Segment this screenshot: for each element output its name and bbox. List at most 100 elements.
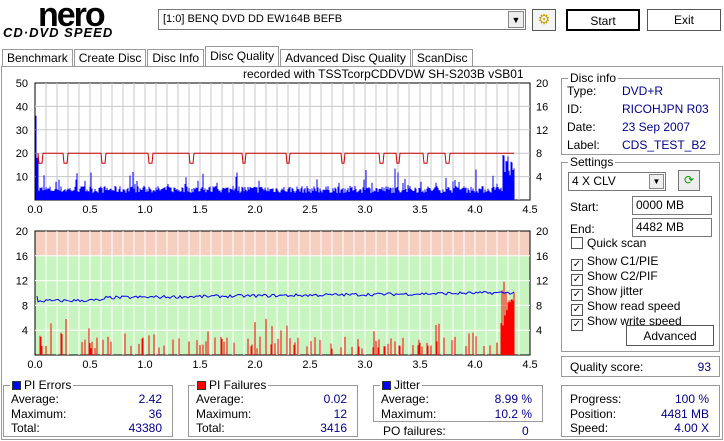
refresh-speed-button[interactable]: ⟳ [678, 170, 700, 191]
checkbox-unchecked-icon[interactable] [571, 237, 583, 249]
x-tick: 2.0 [247, 359, 262, 371]
x-tick: 4.5 [522, 359, 537, 371]
x-tick: 0.5 [82, 359, 97, 371]
progress-value: 100 % [674, 392, 709, 406]
x-tick: 3.0 [357, 359, 372, 371]
pi-errors-group: PI Errors Average: 2.42 Maximum: 36 Tota… [3, 378, 173, 437]
y-tick-left: 40 [16, 101, 28, 113]
quick-scan-label: Quick scan [587, 236, 647, 250]
pi-failures-group: PI Failures Average: 0.02 Maximum: 12 To… [188, 378, 358, 437]
y-tick-left: 8 [22, 300, 28, 312]
id-value: RICOHJPN R03 [622, 102, 709, 116]
y-tick-right: 20 [536, 226, 548, 238]
date-label: Date: [567, 120, 596, 134]
jitter-maximum: 10.2 % [494, 407, 532, 421]
pi-failures-title-text: PI Failures [209, 378, 267, 392]
exit-button[interactable]: Exit [647, 9, 721, 31]
date-value: 23 Sep 2007 [622, 120, 691, 134]
pi-failures-total: 3416 [320, 421, 347, 435]
pi-errors-plot-area [34, 82, 531, 201]
refresh-icon: ⟳ [683, 173, 695, 187]
y-tick-right: 8 [536, 148, 542, 160]
id-label: ID: [567, 102, 583, 116]
start-input[interactable]: 0000 MB [632, 196, 712, 215]
end-input[interactable]: 4482 MB [632, 218, 712, 237]
checkmark-icon[interactable]: ✓ [571, 319, 583, 331]
end-label: End: [570, 222, 595, 236]
pi-errors-total-label: Total: [11, 421, 40, 435]
jitter-average-label: Average: [381, 392, 429, 406]
x-tick: 2.5 [302, 204, 317, 216]
pi-errors-total: 43380 [128, 421, 162, 435]
y-tick-left: 12 [16, 276, 28, 288]
y-tick-left: 10 [16, 172, 28, 184]
chevron-down-icon[interactable]: ▼ [649, 174, 664, 189]
po-failures-label: PO failures: [383, 424, 446, 438]
speed-value: 4 X CLV [572, 174, 616, 188]
pi-errors-maximum: 36 [148, 407, 162, 421]
pi-errors-title-text: PI Errors [24, 378, 72, 392]
x-tick: 0.0 [27, 359, 42, 371]
y-tick-right: 16 [536, 251, 548, 263]
pi-failures-maximum-label: Maximum: [196, 407, 252, 421]
warning-band [35, 231, 530, 256]
progress-label: Progress: [570, 392, 622, 406]
x-tick: 2.0 [247, 204, 262, 216]
pi-failures-average: 0.02 [323, 392, 347, 406]
jitter-title-text: Jitter [394, 378, 421, 392]
speed-select[interactable]: 4 X CLV ▼ [568, 172, 666, 191]
quality-score-value: 93 [697, 360, 711, 374]
show-jitter-label: Show jitter [587, 284, 644, 298]
y-tick-right: 12 [536, 276, 548, 288]
advanced-button[interactable]: Advanced [626, 325, 714, 346]
pi-errors-average: 2.42 [138, 392, 162, 406]
y-tick-left: 16 [16, 251, 28, 263]
pi-failures-maximum: 12 [333, 407, 347, 421]
x-tick: 1.5 [192, 359, 207, 371]
x-tick: 2.5 [302, 359, 317, 371]
jitter-title: Jitter [380, 378, 423, 392]
y-tick-left: 20 [16, 226, 28, 238]
y-tick-left: 4 [22, 325, 28, 337]
x-tick: 3.0 [357, 204, 372, 216]
y-tick-right: 8 [536, 300, 542, 312]
position-label: Position: [570, 407, 617, 421]
pi-failures-total-label: Total: [196, 421, 225, 435]
disc-label-label: Label: [567, 138, 600, 152]
disc-info-title: Disc info [568, 71, 619, 85]
start-button[interactable]: Start [566, 9, 640, 31]
po-failures-value: 0 [522, 424, 529, 438]
quick-scan-checkbox[interactable]: Quick scan [571, 236, 646, 250]
y-tick-left: 50 [16, 78, 28, 90]
x-tick: 3.5 [412, 359, 427, 371]
settings-group: Settings 4 X CLV ▼ ⟳ Start: 0000 MB End: … [561, 155, 720, 352]
blue-legend-icon [382, 381, 391, 390]
quality-score-box: Quality score: 93 [561, 356, 720, 377]
y-tick-right: 4 [536, 172, 542, 184]
x-tick: 0.0 [27, 204, 42, 216]
jitter-group: Jitter Average: 8.99 % Maximum: 10.2 % [373, 378, 543, 422]
show-read-speed-label: Show read speed [587, 299, 681, 313]
y-tick-left: 20 [16, 148, 28, 160]
x-tick: 1.0 [137, 359, 152, 371]
show-c2-label: Show C2/PIF [587, 269, 658, 283]
x-tick: 1.0 [137, 204, 152, 216]
progress-group: Progress: 100 % Position: 4481 MB Speed:… [561, 385, 720, 437]
speed-value: 4.00 X [674, 421, 709, 435]
y-tick-left: 30 [16, 125, 28, 137]
show-c1-label: Show C1/PIE [587, 254, 659, 268]
disc-label-value: CDS_TEST_B2 [622, 138, 707, 152]
y-tick-right: 20 [536, 78, 548, 90]
pi-failures-title: PI Failures [195, 378, 269, 392]
disc-info-group: Disc info Type: DVD+R ID: RICOHJPN R03 D… [561, 71, 720, 155]
pi-failures-average-label: Average: [196, 392, 244, 406]
quality-score-label: Quality score: [570, 360, 644, 374]
pi-errors-title: PI Errors [10, 378, 74, 392]
x-tick: 4.0 [467, 204, 482, 216]
jitter-average: 8.99 % [494, 392, 532, 406]
x-tick: 0.5 [82, 204, 97, 216]
x-tick: 4.5 [522, 204, 537, 216]
pi-errors-maximum-label: Maximum: [11, 407, 67, 421]
pi-errors-average-label: Average: [11, 392, 59, 406]
y-tick-right: 12 [536, 125, 548, 137]
